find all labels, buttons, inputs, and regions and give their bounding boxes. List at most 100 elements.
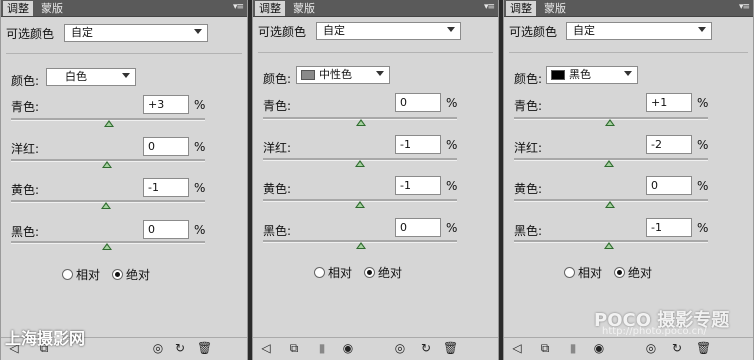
black-label: 黑色: xyxy=(263,224,292,238)
panel-footer: ◁ ⧉ ▮ ◉ ◎ ↻ 🗑 xyxy=(253,337,498,360)
magenta-value-field[interactable]: -1 xyxy=(395,135,441,154)
yellow-slider-thumb[interactable] xyxy=(355,201,365,208)
yellow-value-field[interactable]: 0 xyxy=(646,176,692,195)
absolute-radio[interactable]: 绝对 xyxy=(112,266,150,283)
magenta-slider-thumb[interactable] xyxy=(102,161,112,168)
back-arrow-icon[interactable]: ◁ xyxy=(510,342,524,355)
yellow-value-field[interactable]: -1 xyxy=(395,176,441,195)
percent-sign: % xyxy=(697,179,709,193)
color-swatch xyxy=(551,70,565,80)
percent-sign: % xyxy=(194,140,206,154)
percent-sign: % xyxy=(697,221,709,235)
absolute-radio[interactable]: 绝对 xyxy=(614,264,652,281)
panel-footer: ◁ ⧉ ▮ ◉ ◎ ↻ 🗑 xyxy=(504,337,753,360)
radio-checked-icon xyxy=(614,267,625,278)
percent-sign: % xyxy=(446,138,458,152)
relative-label: 相对 xyxy=(76,268,101,282)
percent-sign: % xyxy=(697,138,709,152)
reset-icon[interactable]: ↻ xyxy=(670,342,684,355)
panel-menu-icon[interactable]: ▾≡ xyxy=(233,2,244,12)
black-label: 黑色: xyxy=(11,225,40,239)
cyan-value-field[interactable]: +1 xyxy=(646,93,692,112)
view-previous-icon[interactable]: ◎ xyxy=(151,342,165,355)
yellow-value-field[interactable]: -1 xyxy=(143,178,189,197)
yellow-slider-thumb[interactable] xyxy=(101,202,111,209)
trash-icon[interactable]: 🗑 xyxy=(443,342,458,355)
relative-radio[interactable]: 相对 xyxy=(62,266,100,283)
magenta-value-field[interactable]: 0 xyxy=(143,137,189,156)
view-previous-icon[interactable]: ◎ xyxy=(644,342,658,355)
colors-dropdown[interactable]: 白色 xyxy=(46,68,136,86)
black-value-field[interactable]: 0 xyxy=(395,218,441,237)
percent-sign: % xyxy=(446,179,458,193)
color-swatch xyxy=(301,70,315,80)
chevron-down-icon xyxy=(376,71,384,76)
chevron-down-icon xyxy=(624,71,632,76)
cyan-slider-thumb[interactable] xyxy=(605,119,615,126)
view-previous-icon[interactable]: ◎ xyxy=(393,342,407,355)
divider xyxy=(258,52,493,53)
clip-to-layer-icon[interactable]: ⧉ xyxy=(287,342,301,355)
absolute-radio[interactable]: 绝对 xyxy=(364,264,402,281)
yellow-slider-thumb[interactable] xyxy=(605,201,615,208)
black-slider-thumb[interactable] xyxy=(356,242,366,249)
clip-to-layer-icon[interactable]: ⧉ xyxy=(538,342,552,355)
colors-value: 黑色 xyxy=(569,68,591,81)
reset-icon[interactable]: ↻ xyxy=(419,342,433,355)
preset-dropdown[interactable]: 自定 xyxy=(566,22,712,40)
watermark-right-url: http://photo.poco.cn/ xyxy=(602,326,707,337)
cyan-label: 青色: xyxy=(514,99,543,113)
colors-dropdown[interactable]: 中性色 xyxy=(296,66,390,84)
trash-icon[interactable]: 🗑 xyxy=(696,342,711,355)
cyan-slider-thumb[interactable] xyxy=(356,119,366,126)
radio-checked-icon xyxy=(112,269,123,280)
tab-masks[interactable]: 蒙版 xyxy=(37,1,67,16)
yellow-label: 黄色: xyxy=(11,183,40,197)
relative-label: 相对 xyxy=(328,266,353,280)
colors-dropdown[interactable]: 黑色 xyxy=(546,66,638,84)
divider xyxy=(509,52,748,53)
preset-dropdown[interactable]: 自定 xyxy=(64,24,208,42)
black-value-field[interactable]: 0 xyxy=(143,220,189,239)
panel-menu-icon[interactable]: ▾≡ xyxy=(484,2,495,12)
percent-sign: % xyxy=(194,223,206,237)
magenta-label: 洋红: xyxy=(514,141,543,155)
tab-adjustments[interactable]: 调整 xyxy=(506,1,536,16)
relative-radio[interactable]: 相对 xyxy=(564,264,602,281)
relative-label: 相对 xyxy=(578,266,603,280)
black-slider-thumb[interactable] xyxy=(604,242,614,249)
cyan-value-field[interactable]: 0 xyxy=(395,93,441,112)
tab-masks[interactable]: 蒙版 xyxy=(540,1,570,16)
preset-dropdown[interactable]: 自定 xyxy=(316,22,461,40)
eye-icon[interactable]: ◉ xyxy=(592,342,606,355)
colors-label: 颜色: xyxy=(11,74,40,88)
adjustments-panel-whites: 调整 蒙版 ▾≡ 可选颜色 自定 颜色: 白色 青色: +3 % 洋红: 0 %… xyxy=(0,0,248,360)
magenta-label: 洋红: xyxy=(263,141,292,155)
yellow-label: 黄色: xyxy=(514,182,543,196)
chevron-down-icon xyxy=(447,27,455,32)
cyan-label: 青色: xyxy=(263,99,292,113)
layer-visibility-icon[interactable]: ▮ xyxy=(315,342,329,355)
radio-unchecked-icon xyxy=(314,267,325,278)
panel-tab-bar: 调整 蒙版 ▾≡ xyxy=(253,0,498,17)
radio-unchecked-icon xyxy=(564,267,575,278)
cyan-value-field[interactable]: +3 xyxy=(143,95,189,114)
tab-adjustments[interactable]: 调整 xyxy=(3,1,33,16)
tab-adjustments[interactable]: 调整 xyxy=(255,1,285,16)
percent-sign: % xyxy=(697,96,709,110)
reset-icon[interactable]: ↻ xyxy=(173,342,187,355)
cyan-slider-thumb[interactable] xyxy=(104,120,114,127)
black-label: 黑色: xyxy=(514,224,543,238)
tab-masks[interactable]: 蒙版 xyxy=(289,1,319,16)
magenta-slider-thumb[interactable] xyxy=(604,160,614,167)
layer-visibility-icon[interactable]: ▮ xyxy=(566,342,580,355)
trash-icon[interactable]: 🗑 xyxy=(197,342,212,355)
back-arrow-icon[interactable]: ◁ xyxy=(259,342,273,355)
panel-menu-icon[interactable]: ▾≡ xyxy=(739,2,750,12)
black-slider-thumb[interactable] xyxy=(102,243,112,250)
black-value-field[interactable]: -1 xyxy=(646,218,692,237)
relative-radio[interactable]: 相对 xyxy=(314,264,352,281)
eye-icon[interactable]: ◉ xyxy=(341,342,355,355)
magenta-slider-thumb[interactable] xyxy=(355,160,365,167)
magenta-value-field[interactable]: -2 xyxy=(646,135,692,154)
